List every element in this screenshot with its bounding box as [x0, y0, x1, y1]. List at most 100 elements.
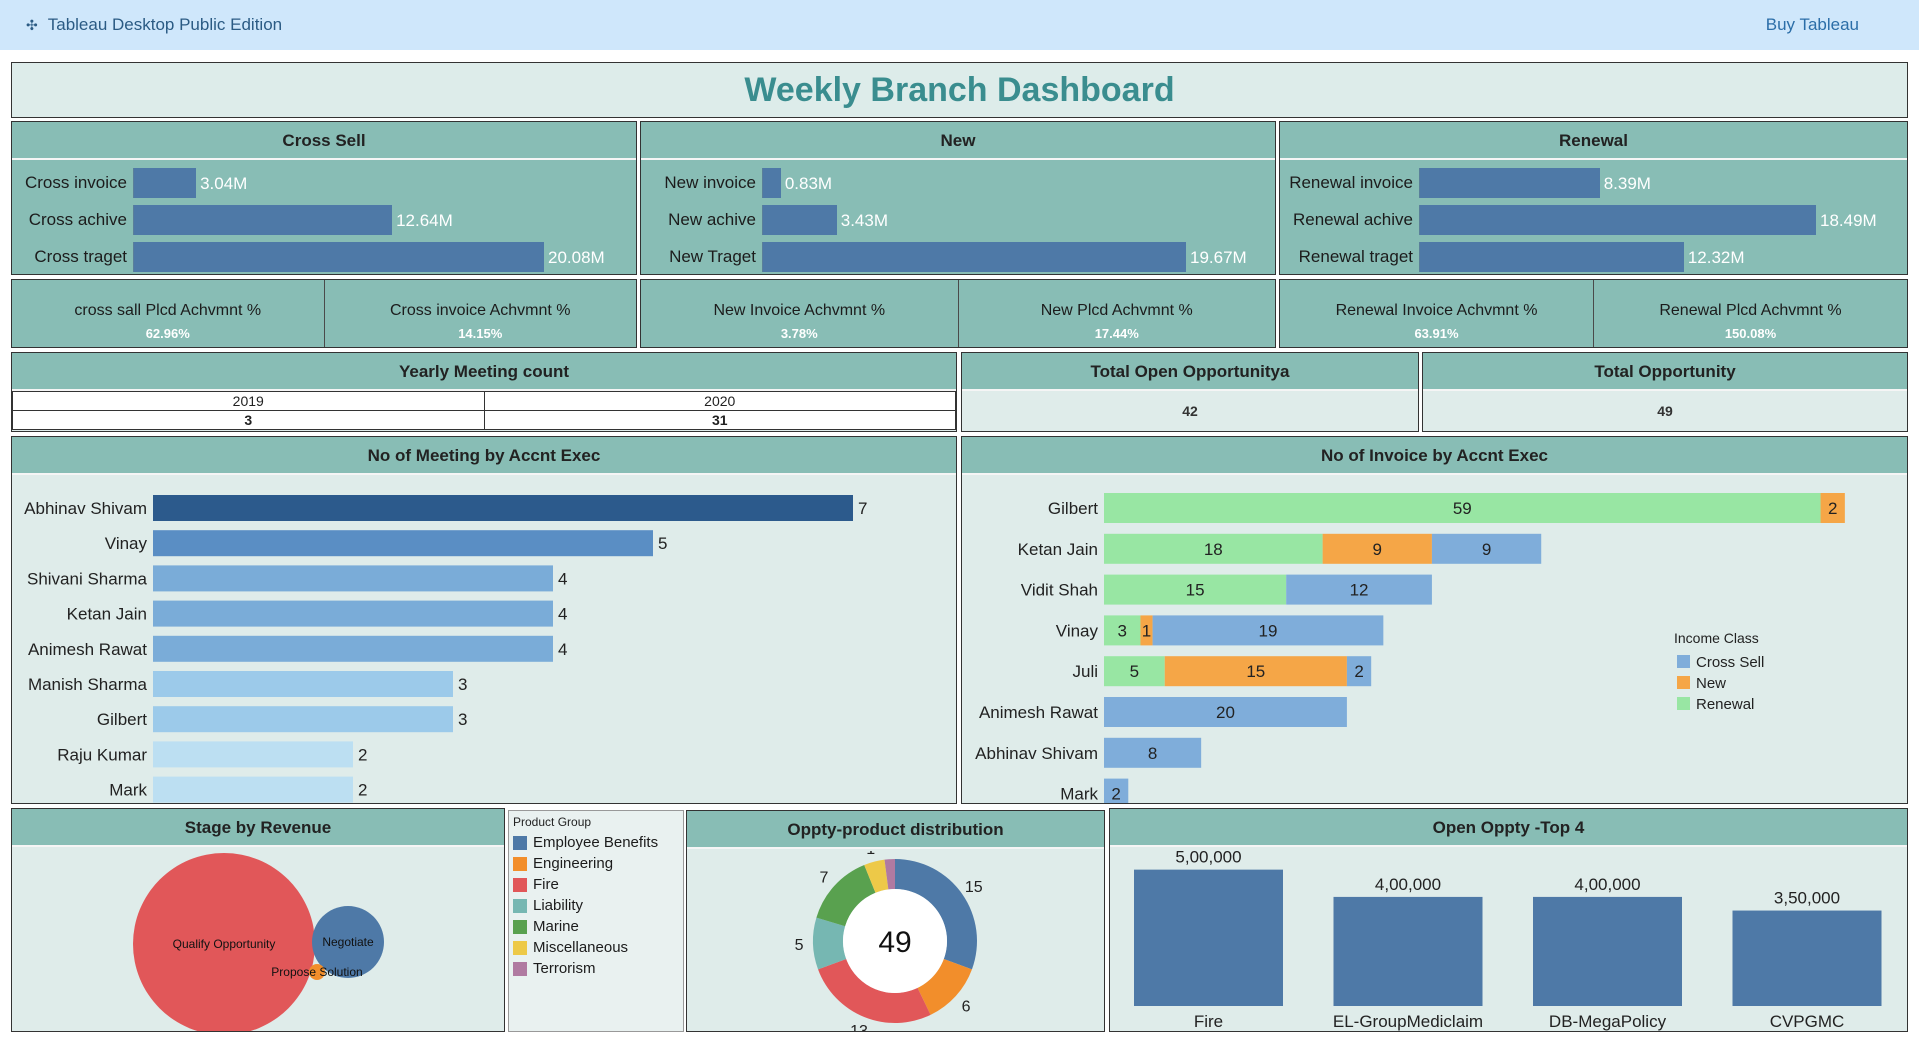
stage-bubble-label: Negotiate: [322, 935, 374, 949]
meeting-bar[interactable]: [153, 741, 353, 768]
meeting-bar-value: 2: [358, 781, 367, 800]
legend-swatch: [513, 961, 527, 976]
pct-value: 150.08%: [1724, 326, 1777, 341]
meeting-bar-value: 3: [458, 675, 467, 694]
product-group-legend-item[interactable]: Terrorism: [513, 958, 679, 979]
meeting-bar[interactable]: [153, 706, 453, 733]
meeting-bar[interactable]: [153, 600, 553, 627]
legend-label: Cross Sell: [1696, 654, 1764, 671]
kpi-row: Renewal invoice 8.39M: [1280, 164, 1907, 201]
kpi-bar[interactable]: [763, 241, 1186, 272]
top4-bar[interactable]: [1533, 896, 1682, 1006]
product-distribution-chart: 49 15 6 13 5 7 1: [795, 841, 983, 1031]
product-group-legend-item[interactable]: Fire: [513, 874, 679, 895]
invoice-category-label: Abhinav Shivam: [975, 744, 1098, 763]
product-distribution-title: Oppty-product distribution: [687, 811, 1104, 849]
invoice-segment-value: 2: [1111, 785, 1120, 803]
legend-label: Engineering: [533, 855, 614, 872]
pct-label: Cross invoice Achvmnt %: [389, 302, 571, 319]
top4-bar-value: 4,00,000: [1574, 875, 1640, 894]
kpi-bar-track: 12.64M: [133, 204, 636, 235]
legend-label: Terrorism: [533, 960, 596, 977]
stage-bubble-label: Qualify Opportunity: [173, 937, 276, 951]
kpi-bar[interactable]: [134, 167, 197, 198]
meetings-chart-panel: No of Meeting by Accnt Exec Abhinav Shiv…: [11, 436, 957, 804]
product-group-legend-item[interactable]: Engineering: [513, 853, 679, 874]
kpi-row: New Traget 19.67M: [641, 238, 1275, 274]
meeting-bar[interactable]: [153, 671, 453, 697]
top4-bar[interactable]: [1732, 910, 1882, 1006]
meeting-bar[interactable]: [153, 495, 853, 521]
kpi-bar[interactable]: [134, 241, 544, 272]
new-bars: New invoice 0.83M New achive 3.43M New Trage…: [641, 160, 1275, 274]
product-group-legend-item[interactable]: Miscellaneous: [513, 937, 679, 958]
kpi-row: Cross achive 12.64M: [12, 201, 636, 238]
year-2019: 2019: [12, 391, 485, 411]
invoice-segment-value: 12: [1350, 581, 1369, 600]
meeting-bar[interactable]: [153, 635, 553, 662]
invoice-category-label: Vidit Shah: [1021, 581, 1098, 600]
cross-sell-panel: Cross Sell Cross invoice 3.04M Cross achiv…: [11, 121, 637, 275]
donut-slice-label: 5: [795, 937, 804, 954]
kpi-bar[interactable]: [1420, 241, 1684, 272]
product-group-legend-item[interactable]: Marine: [513, 916, 679, 937]
meeting-category-label: Animesh Rawat: [28, 640, 147, 659]
pct-label: New Invoice Achvmnt %: [713, 302, 886, 319]
pct-value: 3.78%: [780, 326, 818, 341]
total-opp-value: 49: [1657, 403, 1673, 419]
renewal-placed-pct: Renewal Plcd Achvmnt % 150.08%: [1594, 280, 1907, 347]
kpi-label: Renewal traget: [1298, 246, 1413, 266]
open-oppty-top4-panel: Open Oppty -Top 4 5,00,000 Fire 4,00,000 EL…: [1109, 808, 1908, 1032]
kpi-row: New invoice 0.83M: [641, 164, 1275, 201]
dashboard-title-panel: Weekly Branch Dashboard: [11, 62, 1908, 118]
invoice-category-label: Vinay: [1056, 621, 1099, 640]
renewal-panel: Renewal Renewal invoice 8.39M Renewal achi…: [1279, 121, 1908, 275]
cross-invoice-pct: Cross invoice Achvmnt % 14.15%: [325, 280, 637, 347]
count-2019: 3: [12, 410, 485, 430]
dashboard-title: Weekly Branch Dashboard: [744, 70, 1175, 109]
pct-label: cross sall Plcd Achvmnt %: [74, 302, 262, 319]
count-2020: 31: [483, 410, 956, 430]
top4-bar[interactable]: [1333, 896, 1483, 1006]
renewal-invoice-pct: Renewal Invoice Achvmnt % 63.91%: [1280, 280, 1594, 347]
pct-label: Renewal Plcd Achvmnt %: [1659, 302, 1842, 319]
meeting-category-label: Raju Kumar: [57, 745, 147, 764]
invoice-segment-value: 18: [1204, 540, 1223, 559]
kpi-bar[interactable]: [1420, 167, 1600, 198]
meeting-bar-value: 2: [358, 745, 367, 764]
product-group-legend-item[interactable]: Liability: [513, 895, 679, 916]
buy-tableau-link[interactable]: Buy Tableau: [1766, 15, 1859, 35]
invoice-segment-value: 9: [1482, 540, 1491, 559]
kpi-bar[interactable]: [1420, 204, 1816, 235]
meeting-bar[interactable]: [153, 776, 353, 803]
open-oppty-top4-chart: 5,00,000 Fire 4,00,000 EL-GroupMediclaim 4,0…: [1134, 848, 1882, 1031]
kpi-row: Renewal traget 12.32M: [1280, 238, 1907, 274]
product-group-legend-item[interactable]: Employee Benefits: [513, 832, 679, 853]
invoices-chart-panel: No of Invoice by Accnt Exec Gilbert 59 2 Ke…: [961, 436, 1908, 804]
cross-sell-bars: Cross invoice 3.04M Cross achive 12.64M Cros…: [12, 160, 636, 274]
invoice-segment-value: 8: [1148, 744, 1157, 763]
kpi-row: Renewal achive 18.49M: [1280, 201, 1907, 238]
kpi-bar-track: 0.83M: [762, 167, 1275, 198]
kpi-label: Cross achive: [28, 209, 127, 229]
pct-label: Renewal Invoice Achvmnt %: [1335, 302, 1538, 319]
kpi-bar[interactable]: [763, 204, 837, 235]
meeting-category-label: Ketan Jain: [67, 605, 147, 624]
meeting-category-label: Vinay: [105, 534, 148, 553]
app-brand[interactable]: ✣ Tableau Desktop Public Edition: [26, 15, 282, 35]
kpi-label: New invoice: [664, 172, 756, 192]
kpi-bar[interactable]: [763, 167, 781, 198]
meeting-bar[interactable]: [153, 565, 553, 592]
meeting-bar[interactable]: [153, 530, 653, 557]
top4-bar[interactable]: [1134, 869, 1283, 1006]
legend-swatch: [1677, 655, 1690, 668]
invoice-segment-value: 9: [1373, 540, 1382, 559]
kpi-label: Renewal achive: [1292, 209, 1413, 229]
app-title: Tableau Desktop Public Edition: [47, 15, 283, 34]
kpi-bar-track: 3.04M: [133, 167, 636, 198]
kpi-bar[interactable]: [134, 204, 393, 235]
legend-swatch: [513, 898, 527, 913]
kpi-value: 20.08M: [548, 247, 605, 267]
top4-category-label: CVPGMC: [1770, 1012, 1845, 1031]
income-class-legend-title: Income Class: [1674, 630, 1759, 646]
